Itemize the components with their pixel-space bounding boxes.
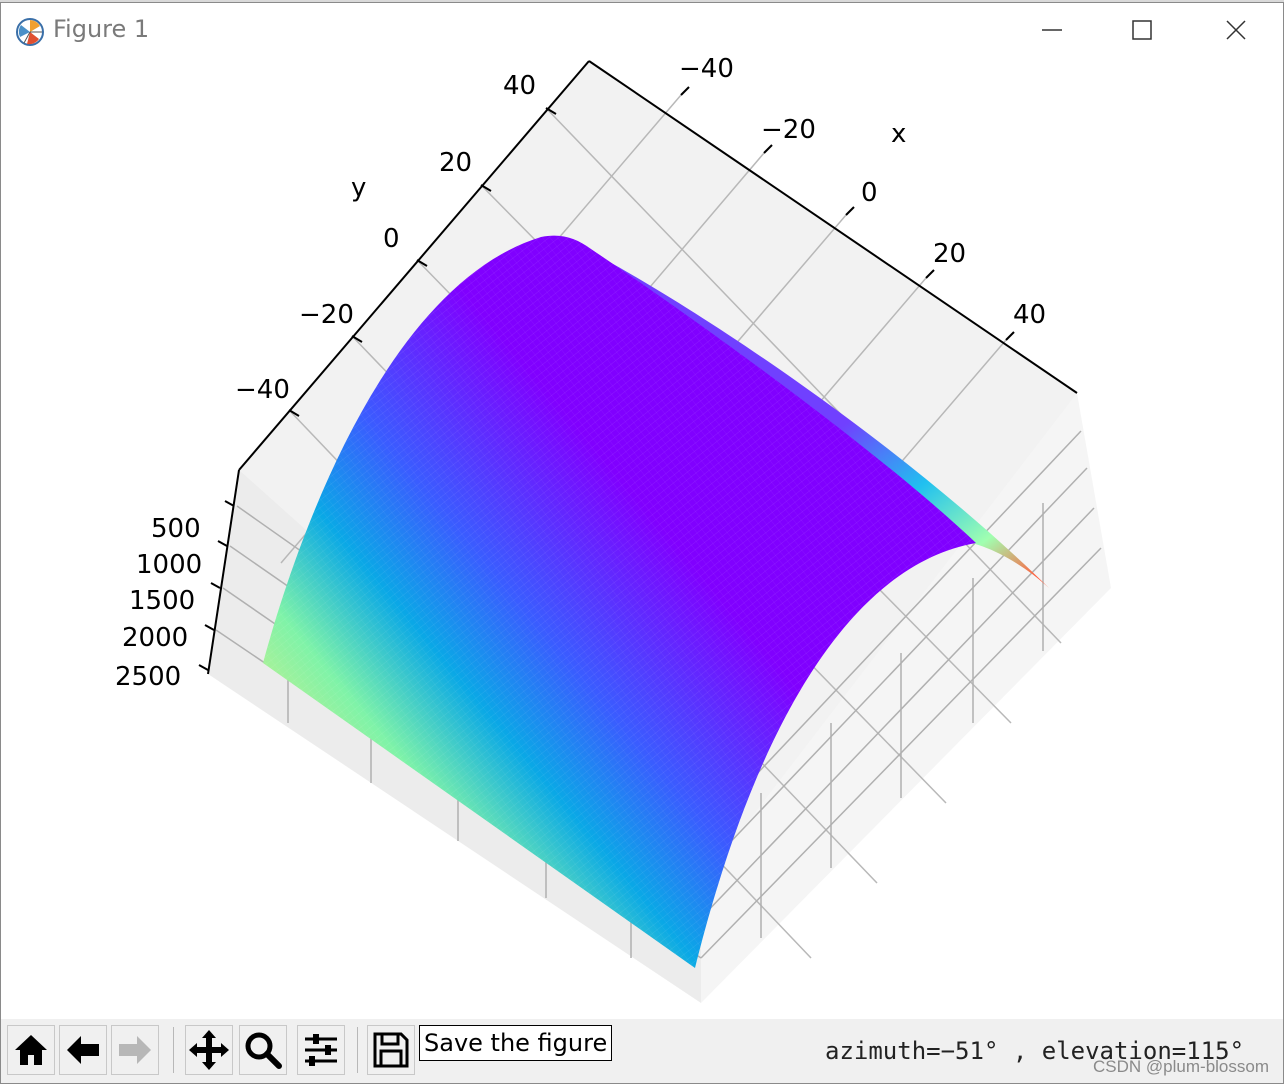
window-title: Figure 1 xyxy=(53,15,150,43)
matplotlib-app-icon xyxy=(16,18,44,46)
z-tick-label: 2500 xyxy=(115,662,181,692)
z-tick-label: 1000 xyxy=(136,550,202,580)
x-tick-label: −40 xyxy=(679,57,734,84)
y-tick-label: −40 xyxy=(235,375,290,405)
z-tick-label: 1500 xyxy=(129,586,195,616)
arrow-right-icon xyxy=(119,1036,151,1064)
y-axis-label: y xyxy=(351,173,366,203)
z-tick-label: 500 xyxy=(151,514,201,544)
zoom-button[interactable] xyxy=(239,1025,287,1075)
sliders-icon xyxy=(305,1034,337,1066)
figure-window: Figure 1 −40 −20 0 20 40 x 40 20 0 −20 −… xyxy=(0,2,1284,1084)
save-tooltip: Save the figure xyxy=(419,1025,613,1061)
close-icon xyxy=(1226,20,1246,40)
save-button[interactable] xyxy=(367,1025,415,1075)
toolbar-separator xyxy=(357,1027,358,1073)
toolbar-separator xyxy=(173,1027,174,1073)
maximize-button[interactable] xyxy=(1119,9,1165,51)
title-bar[interactable]: Figure 1 xyxy=(1,3,1283,57)
configure-subplots-button[interactable] xyxy=(297,1025,345,1075)
move-icon xyxy=(189,1030,229,1070)
y-tick-label: 20 xyxy=(439,148,472,178)
watermark: CSDN @plum-blossom xyxy=(1093,1057,1269,1076)
z-tick-labels: 500 1000 1500 2000 2500 xyxy=(115,514,202,692)
minimize-icon xyxy=(1042,29,1062,31)
y-tick-label: −20 xyxy=(299,300,354,330)
back-button[interactable] xyxy=(59,1025,107,1075)
navigation-toolbar: Save the figure azimuth=−51° , elevation… xyxy=(1,1019,1283,1083)
y-tick-label: 0 xyxy=(383,224,400,254)
plot-canvas[interactable]: −40 −20 0 20 40 x 40 20 0 −20 −40 y 500 … xyxy=(1,57,1283,1019)
arrow-left-icon xyxy=(67,1036,99,1064)
forward-button[interactable] xyxy=(111,1025,159,1075)
y-tick-label: 40 xyxy=(503,71,536,101)
x-tick-label: −20 xyxy=(761,115,816,145)
floppy-disk-icon xyxy=(373,1032,409,1068)
surface-plot-3d[interactable]: −40 −20 0 20 40 x 40 20 0 −20 −40 y 500 … xyxy=(1,57,1283,1019)
home-icon xyxy=(15,1035,47,1065)
home-button[interactable] xyxy=(7,1025,55,1075)
maximize-icon xyxy=(1132,20,1152,40)
x-tick-label: 40 xyxy=(1013,300,1046,330)
x-axis-label: x xyxy=(891,119,906,149)
pan-button[interactable] xyxy=(185,1025,233,1075)
z-tick-label: 2000 xyxy=(122,623,188,653)
close-button[interactable] xyxy=(1213,9,1259,51)
magnifier-icon xyxy=(245,1032,282,1069)
x-tick-label: 0 xyxy=(861,178,878,208)
minimize-button[interactable] xyxy=(1029,9,1075,51)
x-tick-label: 20 xyxy=(933,239,966,269)
